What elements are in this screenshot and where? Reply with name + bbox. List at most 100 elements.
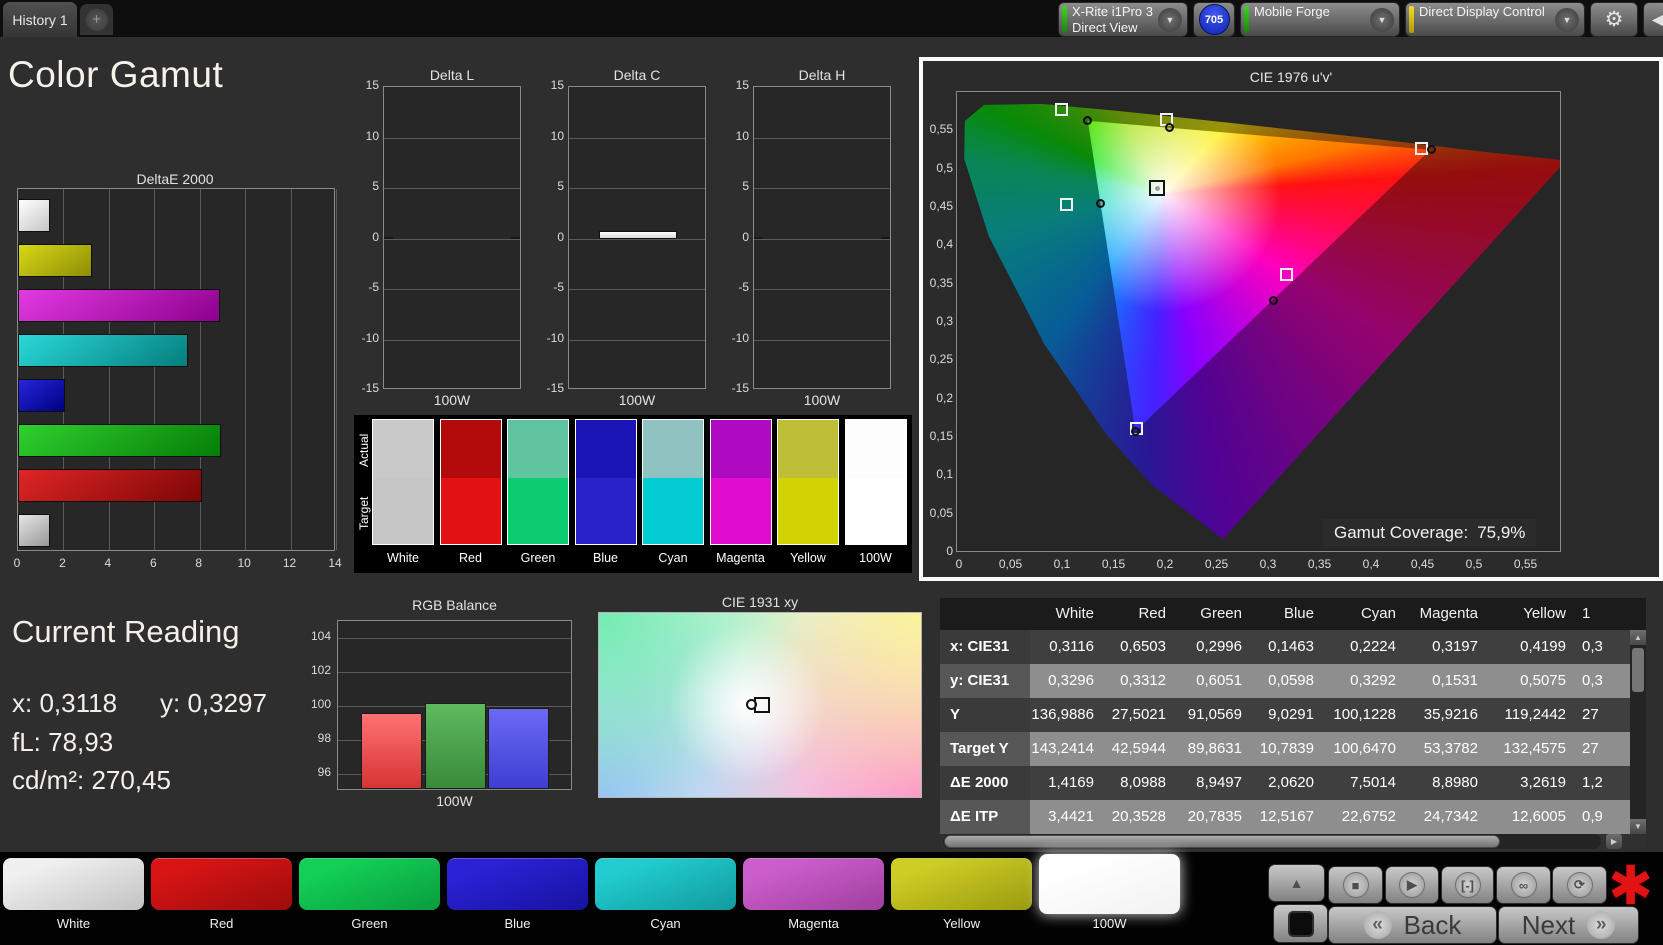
cie1976-y-tick: 0,2 bbox=[925, 391, 953, 405]
stop-button[interactable]: ■ bbox=[1328, 866, 1383, 904]
cell: 0,3 bbox=[1582, 638, 1628, 655]
delta-y-tick: 10 bbox=[351, 129, 379, 143]
meter-exposure-button[interactable]: 705 bbox=[1193, 2, 1235, 37]
bar-blue bbox=[18, 379, 65, 412]
scroll-thumb[interactable] bbox=[1632, 648, 1644, 692]
scroll-up-button[interactable]: ▲ bbox=[1630, 630, 1646, 645]
swatch-blue bbox=[575, 419, 637, 545]
table-row: Y136,988627,502191,05699,0291100,122835,… bbox=[940, 698, 1630, 732]
cell: 0,3197 bbox=[1408, 638, 1478, 655]
grid-line bbox=[338, 638, 571, 639]
play-button[interactable]: ▶ bbox=[1385, 866, 1439, 904]
add-tab-button[interactable]: + bbox=[80, 4, 113, 35]
cell: 2,0620 bbox=[1254, 774, 1314, 791]
refresh-button[interactable]: ⟳ bbox=[1552, 866, 1607, 904]
cell: 0,3 bbox=[1582, 672, 1628, 689]
swatch-label: Yellow bbox=[777, 551, 839, 565]
cell: 132,4575 bbox=[1490, 740, 1566, 757]
cell: 89,8631 bbox=[1178, 740, 1242, 757]
rgb-y-tick: 96 bbox=[303, 765, 331, 779]
column-header-green: Green bbox=[1178, 605, 1242, 622]
deltae-x-tick: 12 bbox=[280, 556, 300, 570]
cell: 0,3292 bbox=[1326, 672, 1396, 689]
pattern-control-bar: WhiteRedGreenBlueCyanMagentaYellow100W▲■… bbox=[0, 852, 1663, 945]
chevron-down-icon[interactable]: ▼ bbox=[1158, 8, 1182, 32]
meter-dropdown[interactable]: X-Rite i1Pro 3Direct View ▼ bbox=[1058, 2, 1188, 37]
continuous-button[interactable]: ∞ bbox=[1496, 866, 1551, 904]
swatch-target bbox=[508, 478, 568, 544]
rgb-bar-green bbox=[425, 703, 486, 789]
collapse-panel-button[interactable]: ◀ bbox=[1643, 2, 1663, 37]
target-square-cyan bbox=[1060, 198, 1073, 211]
delta-y-tick: -10 bbox=[721, 331, 749, 345]
pattern-button-red[interactable] bbox=[151, 858, 292, 910]
swatch-label: Green bbox=[507, 551, 569, 565]
cell: 0,3296 bbox=[1030, 672, 1094, 689]
pattern-button-blue[interactable] bbox=[447, 858, 588, 910]
settings-button[interactable]: ⚙ bbox=[1590, 2, 1638, 37]
deltae-x-tick: 4 bbox=[98, 556, 118, 570]
swatch-target bbox=[373, 478, 433, 544]
cie1976-y-tick: 0 bbox=[925, 544, 953, 558]
column-header-1: 1 bbox=[1582, 605, 1602, 622]
pattern-label: Green bbox=[299, 916, 440, 931]
chevron-down-icon[interactable]: ▼ bbox=[1555, 8, 1579, 32]
back-button[interactable]: «Back bbox=[1328, 906, 1497, 944]
rgb-balance-title: RGB Balance bbox=[337, 597, 572, 613]
scroll-right-button[interactable]: ▶ bbox=[1606, 834, 1622, 849]
grid-line bbox=[245, 189, 246, 550]
chevron-down-icon[interactable]: ▼ bbox=[1370, 8, 1394, 32]
pattern-button-magenta[interactable] bbox=[743, 858, 884, 910]
cell: 100,1228 bbox=[1326, 706, 1396, 723]
gamut-coverage-label: Gamut Coverage: bbox=[1334, 523, 1468, 543]
vertical-scrollbar[interactable]: ▲▼ bbox=[1630, 630, 1646, 834]
swatch-label: Cyan bbox=[642, 551, 704, 565]
deltae-x-tick: 8 bbox=[189, 556, 209, 570]
cell: 12,6005 bbox=[1490, 808, 1566, 825]
column-header-blue: Blue bbox=[1254, 605, 1314, 622]
pattern-button-yellow[interactable] bbox=[891, 858, 1032, 910]
step-button[interactable]: [-] bbox=[1441, 866, 1494, 904]
current-reading-title: Current Reading bbox=[12, 614, 239, 650]
rgb-balance-footer: 100W bbox=[337, 793, 572, 809]
swatch-label: White bbox=[372, 551, 434, 565]
cell: 20,3528 bbox=[1106, 808, 1166, 825]
table-row: y: CIE310,32960,33120,60510,05980,32920,… bbox=[940, 664, 1630, 698]
scroll-down-button[interactable]: ▼ bbox=[1630, 819, 1646, 834]
table-row: Target Y143,241442,594489,863110,7839100… bbox=[940, 732, 1630, 766]
cie1976-x-tick: 0,05 bbox=[997, 557, 1025, 571]
pattern-button-green[interactable] bbox=[299, 858, 440, 910]
chevron-left-icon: ◀ bbox=[1652, 7, 1663, 32]
cie1976-y-tick: 0,5 bbox=[925, 161, 953, 175]
pattern-button-cyan[interactable] bbox=[595, 858, 736, 910]
grid-line bbox=[754, 138, 890, 139]
tab-history-1[interactable]: History 1 bbox=[3, 2, 77, 37]
collapse-patterns-button[interactable]: ▲ bbox=[1268, 864, 1325, 902]
cie1976-y-tick: 0,55 bbox=[925, 122, 953, 136]
measured-dot-green bbox=[1083, 116, 1092, 125]
source-dropdown-label: Mobile Forge bbox=[1254, 4, 1330, 20]
delta-chart-delta-h bbox=[753, 86, 891, 389]
rgb-y-tick: 104 bbox=[303, 629, 331, 643]
gear-icon: ⚙ bbox=[1605, 7, 1624, 32]
pattern-button-white[interactable] bbox=[3, 858, 144, 910]
play-icon: ▶ bbox=[1399, 872, 1425, 898]
cie1976-x-tick: 0,35 bbox=[1306, 557, 1334, 571]
tab-label: History 1 bbox=[12, 12, 67, 28]
column-header-magenta: Magenta bbox=[1408, 605, 1478, 622]
scroll-thumb[interactable] bbox=[944, 835, 1500, 848]
cie1976-x-tick: 0,2 bbox=[1151, 557, 1179, 571]
pattern-window-button[interactable] bbox=[1273, 904, 1328, 943]
display-control-dropdown[interactable]: Direct Display Control ▼ bbox=[1405, 2, 1585, 37]
swatch-target bbox=[576, 478, 636, 544]
swatch-green bbox=[507, 419, 569, 545]
deltae-x-tick: 2 bbox=[52, 556, 72, 570]
cell: 1,4169 bbox=[1030, 774, 1094, 791]
table-header: WhiteRedGreenBlueCyanMagentaYellow1 bbox=[940, 598, 1646, 630]
source-dropdown[interactable]: Mobile Forge ▼ bbox=[1240, 2, 1400, 37]
cell: 22,6752 bbox=[1326, 808, 1396, 825]
horizontal-scrollbar[interactable] bbox=[943, 834, 1601, 849]
pattern-button-100w[interactable] bbox=[1039, 854, 1180, 914]
swatch-target bbox=[778, 478, 838, 544]
grid-line bbox=[338, 672, 571, 673]
